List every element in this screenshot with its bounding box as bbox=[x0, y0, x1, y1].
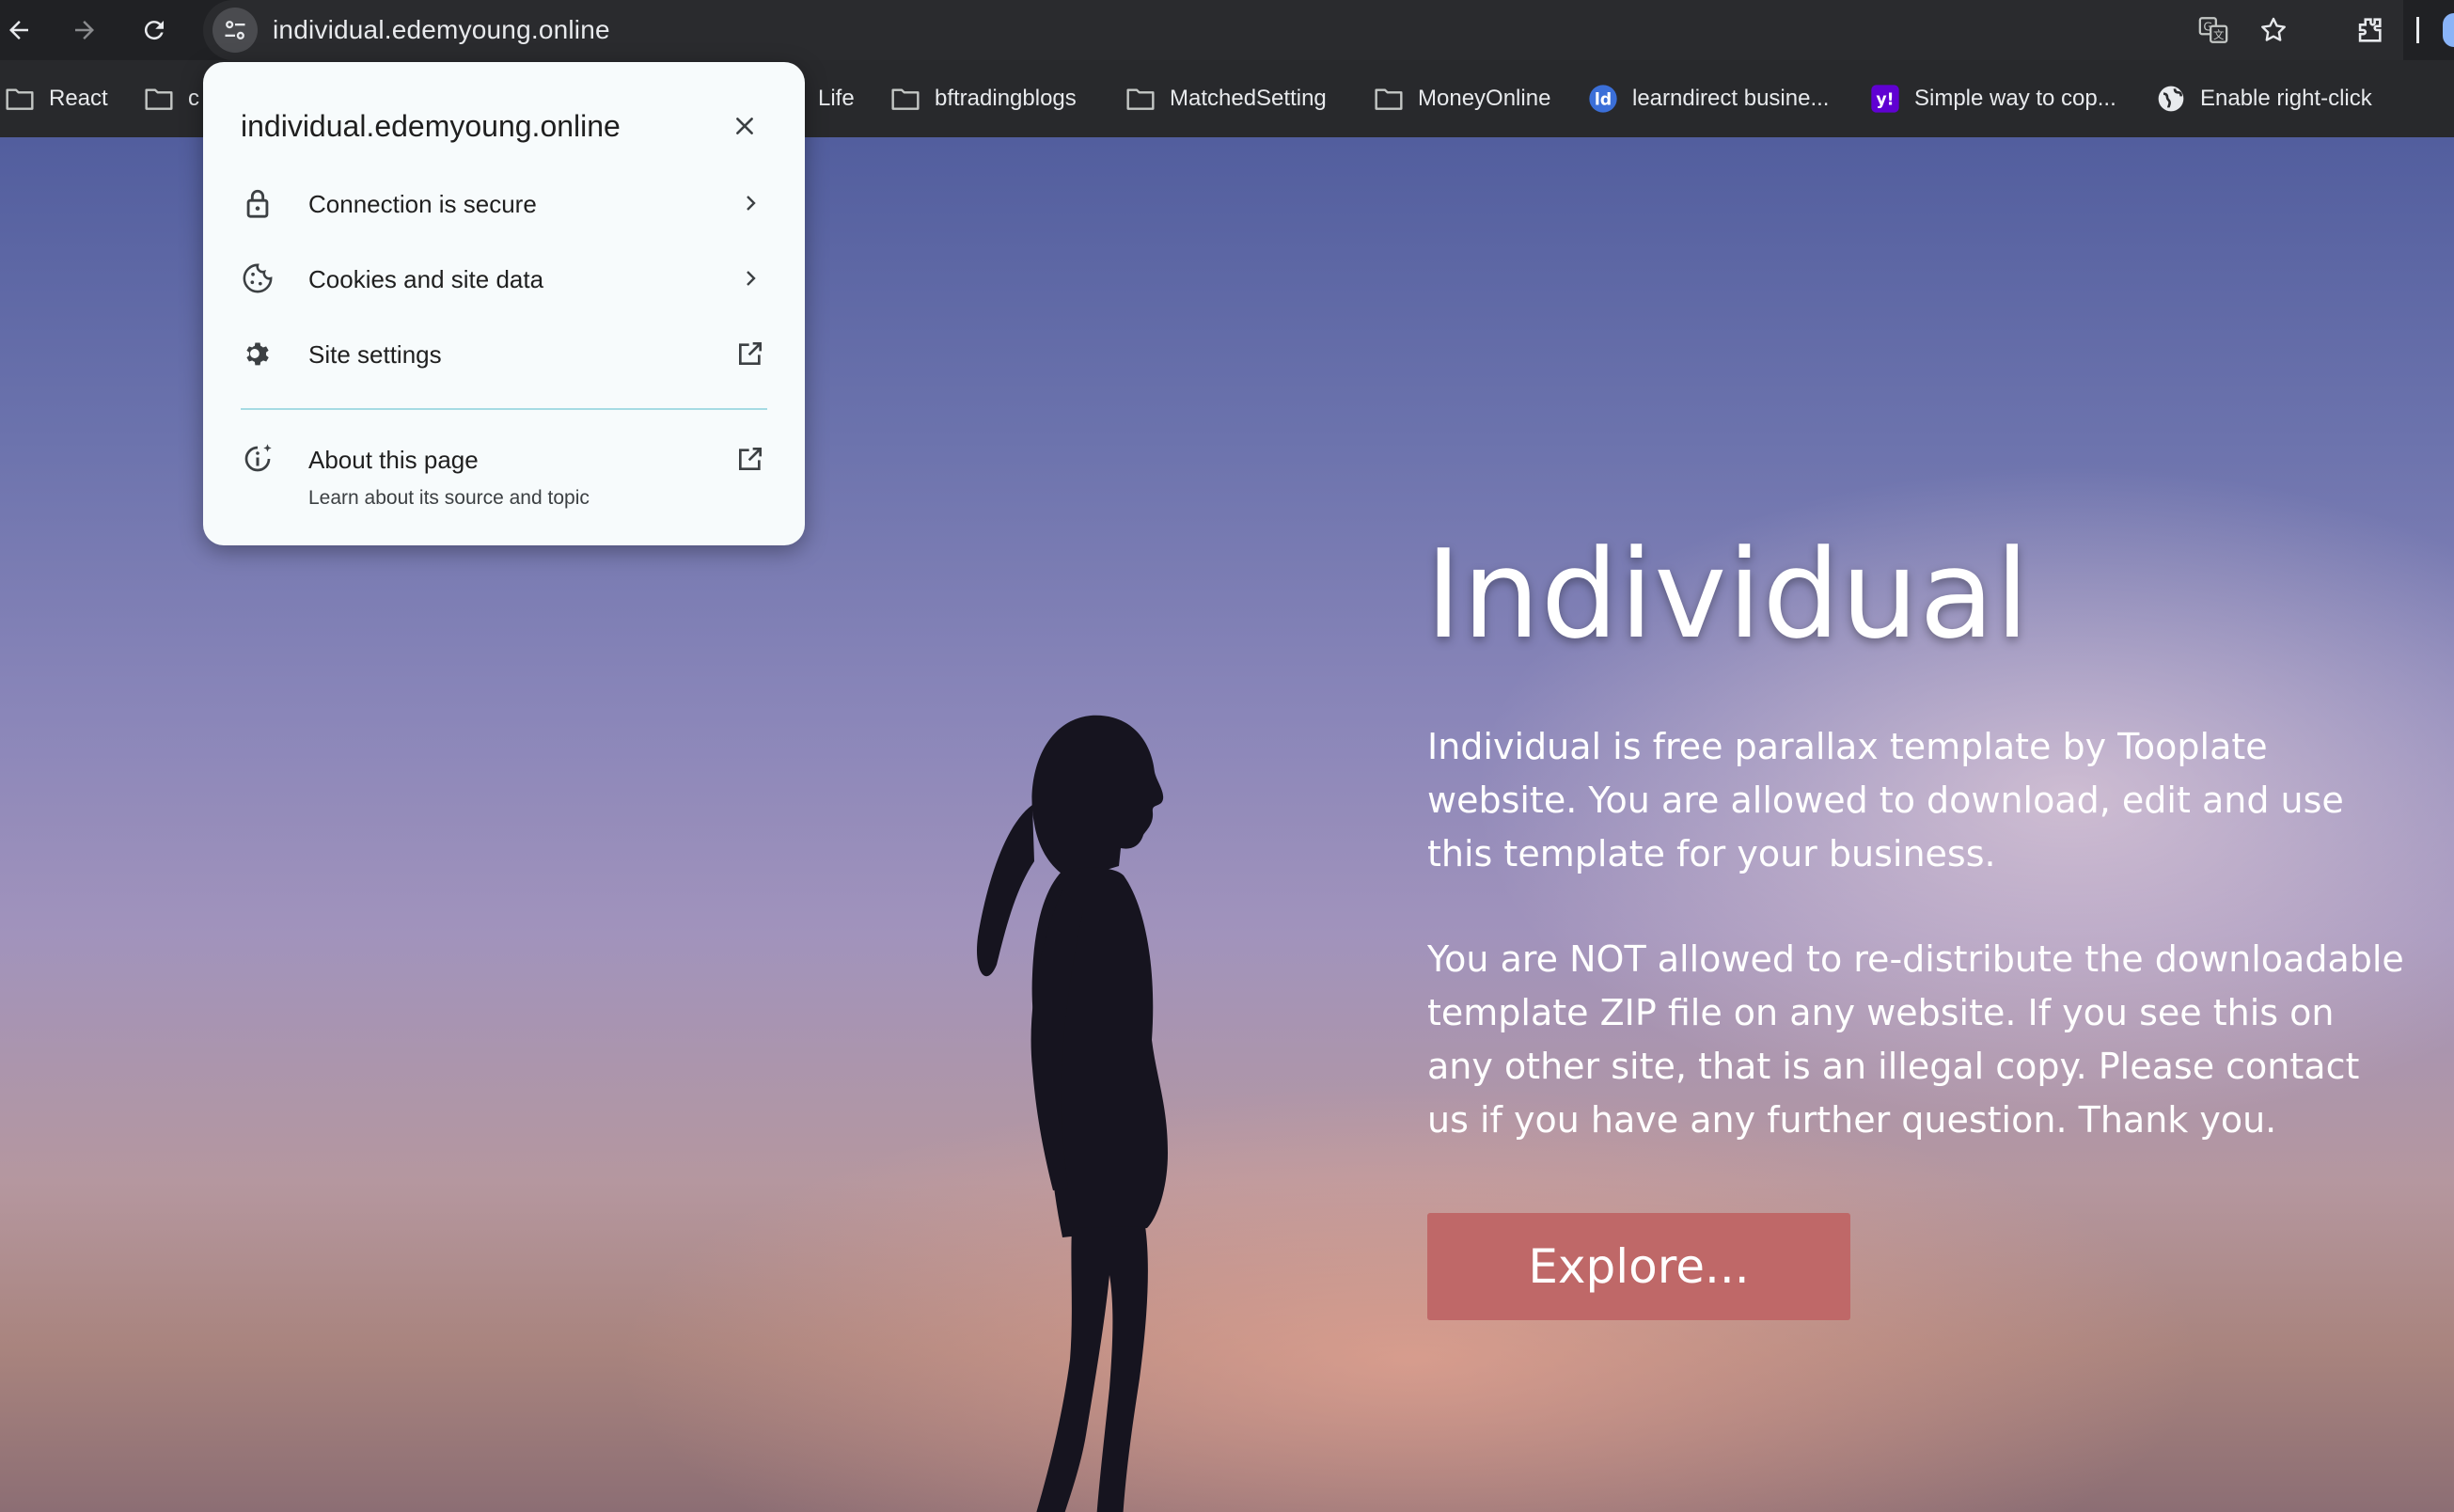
popup-close-button[interactable] bbox=[726, 107, 763, 145]
about-page-row[interactable]: About this page Learn about its source a… bbox=[241, 429, 767, 523]
bookmark-folder-moneyonline[interactable]: MoneyOnline bbox=[1373, 79, 1550, 118]
open-external-icon bbox=[733, 442, 767, 476]
bookmark-enable-right-click[interactable]: Enable right-click bbox=[2155, 79, 2372, 118]
globe-icon bbox=[2155, 83, 2187, 115]
back-button[interactable] bbox=[0, 11, 38, 49]
popup-title: individual.edemyoung.online bbox=[241, 109, 621, 143]
about-page-label: About this page bbox=[308, 446, 479, 474]
cookies-site-data-label: Cookies and site data bbox=[308, 265, 544, 293]
bookmark-folder-bftradingblogs[interactable]: bftradingblogs bbox=[889, 79, 1077, 118]
explore-button[interactable]: Explore... bbox=[1427, 1213, 1850, 1320]
svg-text:ld: ld bbox=[1595, 91, 1612, 110]
forward-button[interactable] bbox=[66, 11, 103, 49]
connection-secure-row[interactable]: Connection is secure bbox=[241, 173, 767, 233]
hero-intro-paragraph: Individual is free parallax template by … bbox=[1427, 726, 2344, 874]
yahoo-icon: y! bbox=[1869, 83, 1901, 115]
folder-icon bbox=[4, 83, 36, 115]
svg-text:y!: y! bbox=[1876, 91, 1894, 110]
info-sparkle-icon bbox=[241, 442, 275, 476]
bookmark-simple-way[interactable]: y! Simple way to cop... bbox=[1869, 79, 2116, 118]
puzzle-icon bbox=[2358, 18, 2382, 42]
reload-button[interactable] bbox=[135, 11, 173, 49]
extensions-button[interactable] bbox=[2351, 11, 2388, 49]
url-text[interactable]: individual.edemyoung.online bbox=[273, 15, 610, 45]
chevron-right-icon bbox=[733, 261, 767, 295]
translate-icon: G 文 bbox=[2198, 17, 2228, 43]
bookmark-folder-c[interactable]: c bbox=[143, 79, 199, 118]
folder-icon bbox=[1373, 83, 1405, 115]
lock-icon bbox=[241, 186, 275, 220]
about-page-sublabel: Learn about its source and topic bbox=[308, 487, 590, 509]
bookmark-folder-react[interactable]: React bbox=[4, 79, 108, 118]
close-icon bbox=[736, 118, 753, 134]
chevron-right-icon bbox=[733, 186, 767, 220]
cookies-site-data-row[interactable]: Cookies and site data bbox=[241, 248, 767, 308]
cookie-icon bbox=[241, 261, 275, 295]
woman-silhouette-image bbox=[977, 715, 1168, 1512]
site-settings-row[interactable]: Site settings bbox=[241, 323, 767, 384]
site-settings-label: Site settings bbox=[308, 340, 442, 369]
address-bar[interactable]: individual.edemyoung.online G 文 bbox=[203, 0, 2403, 60]
hero-license-paragraph: You are NOT allowed to re-distribute the… bbox=[1427, 938, 2404, 1141]
hero-title: Individual bbox=[1425, 523, 2031, 666]
toolbar-divider bbox=[2416, 17, 2419, 43]
site-info-popup: individual.edemyoung.online Connection i… bbox=[203, 62, 805, 545]
gear-icon bbox=[241, 337, 275, 370]
folder-icon bbox=[889, 83, 921, 115]
forward-arrow-icon bbox=[75, 21, 94, 39]
back-arrow-icon bbox=[9, 21, 28, 39]
profile-avatar[interactable] bbox=[2443, 13, 2454, 47]
learndirect-icon: ld bbox=[1587, 83, 1619, 115]
folder-icon bbox=[143, 83, 175, 115]
open-external-icon bbox=[733, 337, 767, 370]
bookmark-star-button[interactable] bbox=[2255, 11, 2292, 49]
bookmark-learndirect[interactable]: ld learndirect busine... bbox=[1587, 79, 1829, 118]
tune-icon bbox=[225, 21, 245, 39]
site-info-button[interactable] bbox=[212, 8, 258, 53]
browser-toolbar: individual.edemyoung.online G 文 bbox=[0, 0, 2454, 60]
folder-icon bbox=[1125, 83, 1156, 115]
reload-icon bbox=[144, 21, 164, 40]
star-icon bbox=[2261, 17, 2286, 41]
popup-divider bbox=[241, 408, 767, 410]
svg-text:文: 文 bbox=[2213, 28, 2224, 41]
connection-secure-label: Connection is secure bbox=[308, 190, 537, 218]
bookmark-folder-matchedsetting[interactable]: MatchedSetting bbox=[1125, 79, 1327, 118]
bookmark-folder-life[interactable]: Life bbox=[818, 79, 855, 118]
translate-button[interactable]: G 文 bbox=[2194, 11, 2232, 49]
